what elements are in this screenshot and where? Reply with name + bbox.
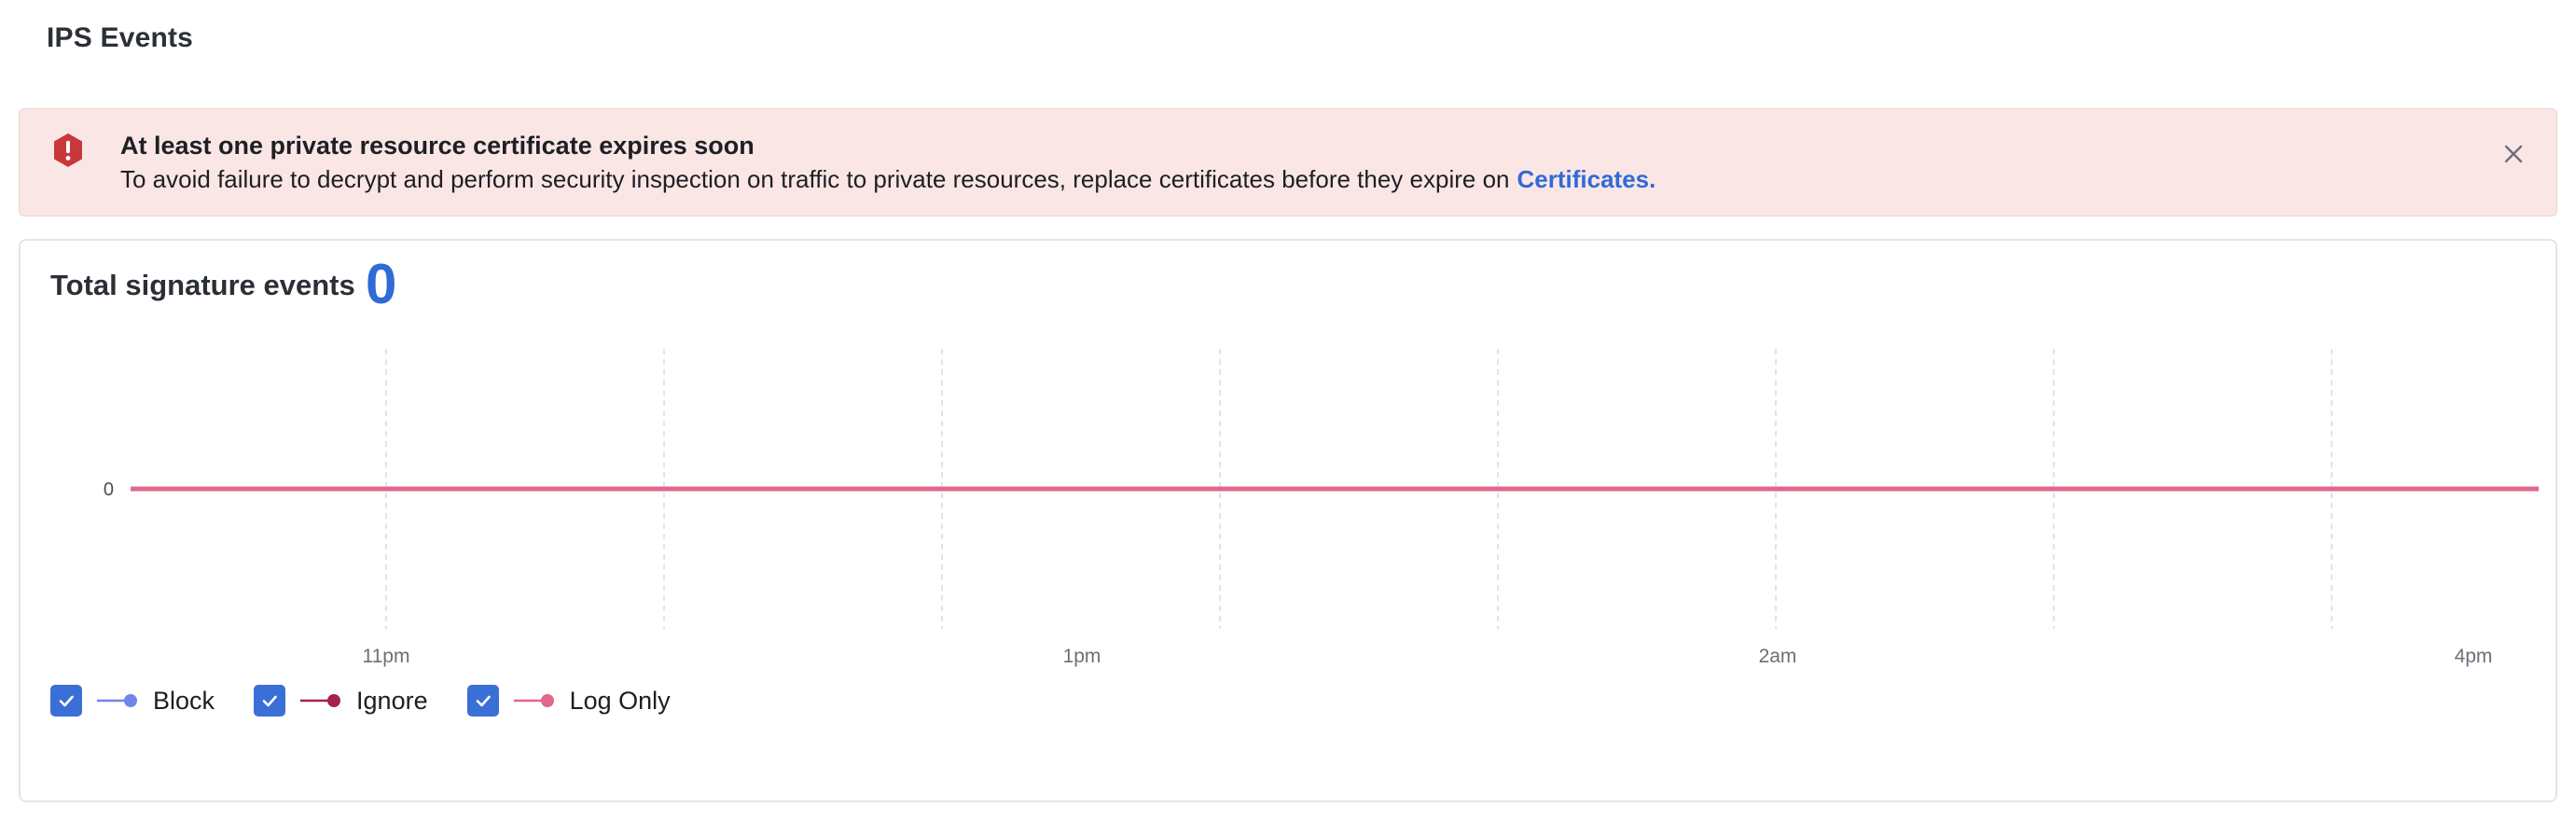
legend-item-block[interactable]: Block	[50, 685, 215, 717]
close-icon[interactable]	[2497, 137, 2530, 171]
certificate-alert: At least one private resource certificat…	[19, 108, 2557, 216]
block-series-marker-icon	[97, 694, 137, 707]
chart-x-ticks: 11pm 1pm 2am 4pm	[363, 646, 2493, 667]
certificates-link[interactable]: Certificates.	[1517, 165, 1656, 193]
signature-events-card: Total signature events 0 0 11pm 1pm 2am …	[19, 239, 2557, 802]
x-tick-label: 4pm	[2455, 646, 2493, 667]
events-line-chart: 0 11pm 1pm 2am 4pm	[104, 349, 2539, 667]
check-icon	[262, 695, 277, 707]
legend-label: Log Only	[569, 686, 671, 715]
log-only-checkbox[interactable]	[466, 685, 499, 717]
x-tick-label: 1pm	[1063, 646, 1101, 667]
block-checkbox[interactable]	[50, 685, 82, 717]
check-icon	[476, 695, 491, 707]
legend-label: Block	[153, 686, 215, 715]
ignore-checkbox[interactable]	[254, 685, 286, 717]
page-title: IPS Events	[47, 22, 194, 53]
x-tick-label: 2am	[1759, 646, 1797, 667]
legend-item-log-only[interactable]: Log Only	[466, 685, 671, 717]
y-tick-label: 0	[104, 480, 114, 500]
alert-body: To avoid failure to decrypt and perform …	[120, 165, 1655, 194]
legend-label: Ignore	[356, 686, 428, 715]
error-shield-icon	[54, 133, 82, 167]
log-only-series-marker-icon	[513, 694, 554, 707]
chart-legend: Block Ignore Log Only	[50, 685, 710, 717]
chart-y-ticks: 0	[104, 480, 114, 500]
alert-message: To avoid failure to decrypt and perform …	[120, 165, 1510, 193]
ignore-series-marker-icon	[300, 694, 341, 707]
check-icon	[59, 695, 74, 707]
x-tick-label: 11pm	[363, 646, 410, 667]
legend-item-ignore[interactable]: Ignore	[254, 685, 428, 717]
alert-title: At least one private resource certificat…	[120, 132, 755, 160]
